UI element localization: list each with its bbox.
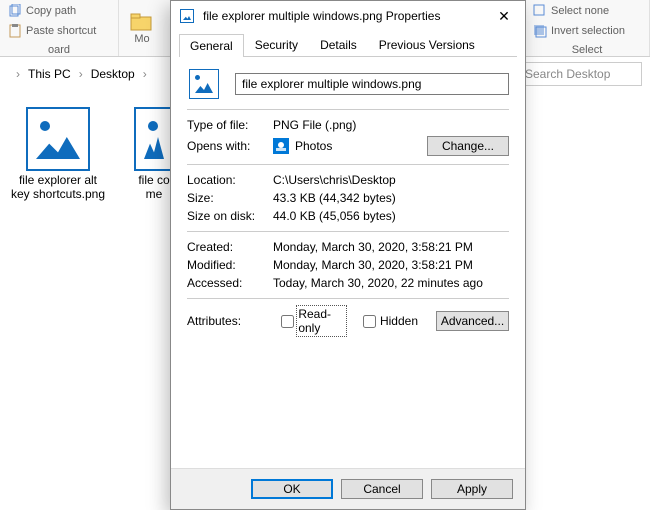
advanced-button[interactable]: Advanced...: [436, 311, 509, 331]
select-none-button[interactable]: Select none: [529, 2, 645, 20]
opens-with-value: Photos: [295, 139, 332, 153]
readonly-checkbox-input[interactable]: [281, 315, 294, 328]
divider: [187, 109, 509, 110]
modified-value: Monday, March 30, 2020, 3:58:21 PM: [273, 258, 473, 272]
tab-previous-versions[interactable]: Previous Versions: [368, 33, 486, 56]
tab-security[interactable]: Security: [244, 33, 309, 56]
select-none-icon: [533, 4, 547, 18]
ribbon-clipboard-group: Copy path Paste shortcut oard: [0, 0, 119, 56]
location-label: Location:: [187, 173, 273, 187]
file-label: file explorer alt key shortcuts.png: [10, 173, 106, 201]
chevron-right-icon: ›: [12, 67, 24, 81]
location-value: C:\Users\chris\Desktop: [273, 173, 396, 187]
tab-general[interactable]: General: [179, 34, 244, 57]
folder-move-icon: [129, 11, 155, 33]
photos-app-icon: [273, 138, 289, 154]
breadcrumb-desktop[interactable]: Desktop: [91, 67, 135, 81]
ribbon-clipboard-label: oard: [4, 42, 114, 58]
chevron-right-icon: ›: [139, 67, 151, 81]
search-input[interactable]: Search Desktop: [518, 62, 642, 86]
created-value: Monday, March 30, 2020, 3:58:21 PM: [273, 240, 473, 254]
dialog-button-bar: OK Cancel Apply: [171, 468, 525, 509]
apply-button[interactable]: Apply: [431, 479, 513, 499]
change-button[interactable]: Change...: [427, 136, 509, 156]
copy-path-button[interactable]: Copy path: [4, 2, 114, 20]
titlebar[interactable]: file explorer multiple windows.png Prope…: [171, 1, 525, 31]
size-on-disk-label: Size on disk:: [187, 209, 273, 223]
ribbon-select-label: Select: [529, 42, 645, 58]
file-item[interactable]: file co me: [134, 107, 174, 201]
ribbon-select-group: Select none Invert selection Select: [525, 0, 650, 56]
image-file-icon: [179, 8, 195, 24]
copy-path-icon: [8, 4, 22, 18]
attributes-label: Attributes:: [187, 314, 263, 328]
hidden-label: Hidden: [380, 314, 418, 328]
move-to-button[interactable]: Mo: [119, 0, 165, 56]
invert-selection-button[interactable]: Invert selection: [529, 22, 645, 40]
tab-strip: General Security Details Previous Versio…: [179, 31, 517, 57]
image-file-icon: [134, 107, 174, 171]
invert-selection-icon: [533, 24, 547, 38]
search-placeholder: Search Desktop: [525, 67, 610, 81]
close-button[interactable]: ✕: [483, 1, 525, 31]
readonly-checkbox[interactable]: Read-only: [281, 307, 345, 335]
hidden-checkbox-input[interactable]: [363, 315, 376, 328]
tab-details[interactable]: Details: [309, 33, 368, 56]
filename-input[interactable]: [235, 73, 509, 95]
dialog-title: file explorer multiple windows.png Prope…: [203, 9, 475, 23]
file-label: file co me: [134, 173, 174, 201]
type-label: Type of file:: [187, 118, 273, 132]
breadcrumb-this-pc[interactable]: This PC: [28, 67, 71, 81]
image-file-icon: [187, 67, 221, 101]
file-item[interactable]: file explorer alt key shortcuts.png: [10, 107, 106, 201]
hidden-checkbox[interactable]: Hidden: [363, 314, 418, 328]
type-value: PNG File (.png): [273, 118, 356, 132]
size-label: Size:: [187, 191, 273, 205]
cancel-button[interactable]: Cancel: [341, 479, 423, 499]
divider: [187, 298, 509, 299]
created-label: Created:: [187, 240, 273, 254]
properties-dialog: file explorer multiple windows.png Prope…: [170, 0, 526, 510]
accessed-label: Accessed:: [187, 276, 273, 290]
close-icon: ✕: [498, 8, 510, 25]
divider: [187, 164, 509, 165]
paste-shortcut-button[interactable]: Paste shortcut: [4, 22, 114, 40]
chevron-right-icon: ›: [75, 67, 87, 81]
readonly-label: Read-only: [298, 307, 345, 335]
opens-with-label: Opens with:: [187, 139, 273, 153]
general-panel: Type of file: PNG File (.png) Opens with…: [171, 57, 525, 468]
size-on-disk-value: 44.0 KB (45,056 bytes): [273, 209, 396, 223]
paste-shortcut-icon: [8, 24, 22, 38]
modified-label: Modified:: [187, 258, 273, 272]
accessed-value: Today, March 30, 2020, 22 minutes ago: [273, 276, 483, 290]
divider: [187, 231, 509, 232]
image-file-icon: [26, 107, 90, 171]
size-value: 43.3 KB (44,342 bytes): [273, 191, 396, 205]
ok-button[interactable]: OK: [251, 479, 333, 499]
